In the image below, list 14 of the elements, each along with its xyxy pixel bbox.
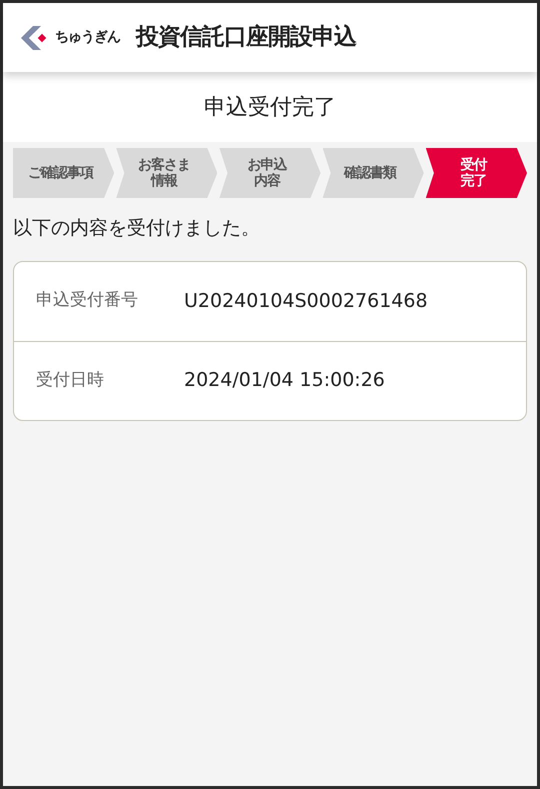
logo-icon (21, 26, 47, 50)
detail-value: U20240104S0002761468 (184, 288, 428, 314)
detail-value: 2024/01/04 15:00:26 (184, 368, 385, 394)
progress-step: 受付 完了 (426, 148, 528, 198)
logo-text: ちゅうぎん (55, 28, 120, 47)
detail-label: 受付日時 (36, 368, 105, 392)
header-title: 投資信託口座開設申込 (136, 23, 356, 52)
progress-step: お申込 内容 (219, 148, 321, 198)
page-title: 申込受付完了 (204, 94, 336, 122)
detail-label: 申込受付番号 (36, 289, 139, 312)
progress-step: ご確認事項 (13, 148, 114, 198)
confirmation-message: 以下の内容を受付けました。 (12, 216, 261, 241)
progress-step: 確認書類 (322, 148, 424, 198)
progress-step: お客さま 情報 (116, 148, 218, 198)
